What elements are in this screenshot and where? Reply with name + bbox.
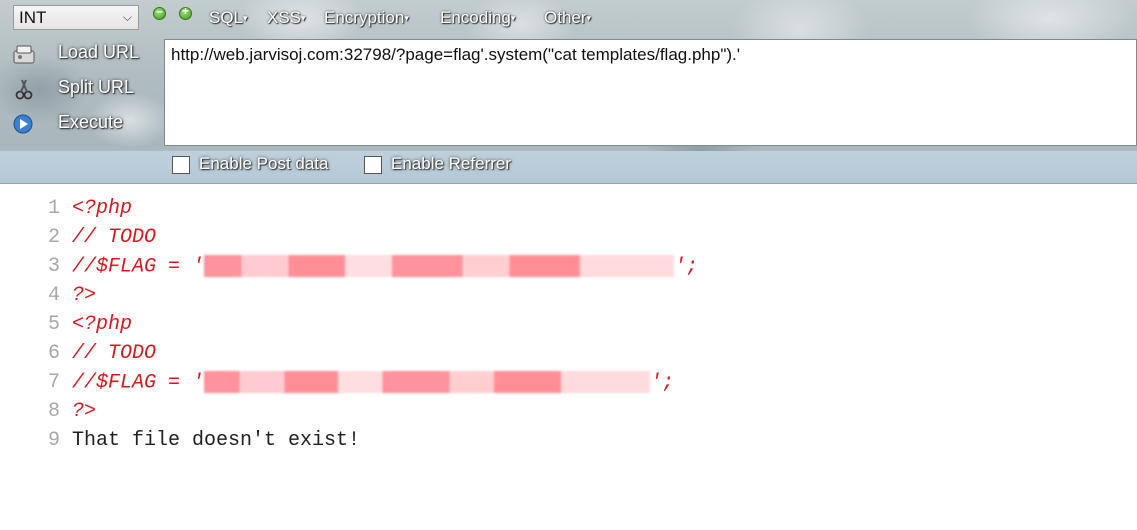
menu-encryption-label: Encryption: [324, 8, 405, 27]
hackbar-panel: INT ⌵ – + SQL▾ XSS▾ Encryption▾ Encoding…: [0, 0, 1137, 184]
minus-icon: –: [156, 4, 163, 18]
page-output: 1 <?php 2 // TODO 3 //$FLAG = ' '; 4 ?> 5…: [0, 197, 1137, 458]
code-line: 8 ?>: [0, 400, 1137, 429]
url-value: http://web.jarvisoj.com:32798/?page=flag…: [171, 45, 740, 64]
code-text: //$FLAG = ' ';: [72, 255, 698, 278]
line-number: 6: [47, 342, 60, 365]
decrease-button[interactable]: –: [153, 4, 166, 20]
redacted-flag: [204, 371, 651, 393]
menu-encryption[interactable]: Encryption▾: [324, 8, 409, 28]
line-number: 5: [47, 313, 60, 336]
line-number: 1: [47, 197, 60, 220]
code-text: //$FLAG = ' ';: [72, 371, 674, 394]
load-url-button[interactable]: Load URL: [12, 41, 157, 69]
line-number: 8: [47, 400, 60, 423]
redacted-flag: [204, 255, 675, 277]
code-line: 3 //$FLAG = ' ';: [0, 255, 1137, 284]
code-line: 6 // TODO: [0, 342, 1137, 371]
scissors-icon: [15, 79, 33, 100]
url-input[interactable]: http://web.jarvisoj.com:32798/?page=flag…: [164, 39, 1137, 146]
line-number: 7: [47, 371, 60, 394]
enable-post-data-label: Enable Post data: [199, 154, 329, 173]
play-icon: [13, 114, 33, 134]
type-select[interactable]: INT ⌵: [13, 5, 139, 30]
code-line: 4 ?>: [0, 284, 1137, 313]
execute-button[interactable]: Execute: [12, 111, 157, 139]
caret-icon: ▾: [510, 13, 516, 24]
execute-label: Execute: [58, 112, 124, 132]
line-number: 9: [47, 429, 60, 452]
split-url-label: Split URL: [58, 77, 135, 97]
checkbox-box[interactable]: [364, 156, 382, 174]
increase-button[interactable]: +: [179, 4, 192, 20]
flag-prefix: //$FLAG = ': [72, 255, 205, 279]
code-text: ?>: [72, 400, 97, 423]
code-line: 9 That file doesn't exist!: [0, 429, 1137, 458]
code-text: <?php: [72, 313, 133, 336]
line-number: 4: [47, 284, 60, 307]
menu-sql-label: SQL: [209, 8, 244, 27]
menu-sql[interactable]: SQL▾: [209, 8, 248, 28]
caret-icon: ▾: [301, 13, 306, 24]
code-text: // TODO: [72, 226, 157, 249]
options-bar: [0, 151, 1137, 184]
flag-suffix: ';: [674, 255, 699, 279]
caret-icon: ▾: [243, 13, 248, 24]
caret-icon: ▾: [586, 13, 592, 24]
menu-xss-label: XSS: [267, 8, 302, 27]
menu-encoding[interactable]: Encoding▾: [440, 8, 515, 28]
code-text: <?php: [72, 197, 133, 220]
load-url-icon: [13, 45, 35, 64]
line-number: 3: [47, 255, 60, 278]
split-url-button[interactable]: Split URL: [12, 76, 157, 104]
menu-other-label: Other: [544, 8, 587, 27]
menu-encoding-label: Encoding: [440, 8, 511, 27]
code-text: // TODO: [72, 342, 157, 365]
flag-suffix: ';: [650, 371, 675, 395]
load-url-label: Load URL: [58, 42, 140, 62]
menu-other[interactable]: Other▾: [544, 8, 591, 28]
code-text: ?>: [72, 284, 97, 307]
menu-xss[interactable]: XSS▾: [267, 8, 306, 28]
code-line: 7 //$FLAG = ' ';: [0, 371, 1137, 400]
chevron-down-icon: ⌵: [122, 10, 132, 24]
output-message: That file doesn't exist!: [72, 429, 361, 452]
caret-icon: ▾: [404, 13, 409, 24]
enable-referrer-label: Enable Referrer: [391, 154, 512, 173]
type-select-value: INT: [19, 8, 47, 27]
line-number: 2: [47, 226, 60, 249]
code-line: 2 // TODO: [0, 226, 1137, 255]
flag-prefix: //$FLAG = ': [72, 371, 205, 395]
checkbox-box[interactable]: [172, 156, 190, 174]
plus-icon: +: [181, 4, 189, 18]
code-line: 5 <?php: [0, 313, 1137, 342]
code-line: 1 <?php: [0, 197, 1137, 226]
